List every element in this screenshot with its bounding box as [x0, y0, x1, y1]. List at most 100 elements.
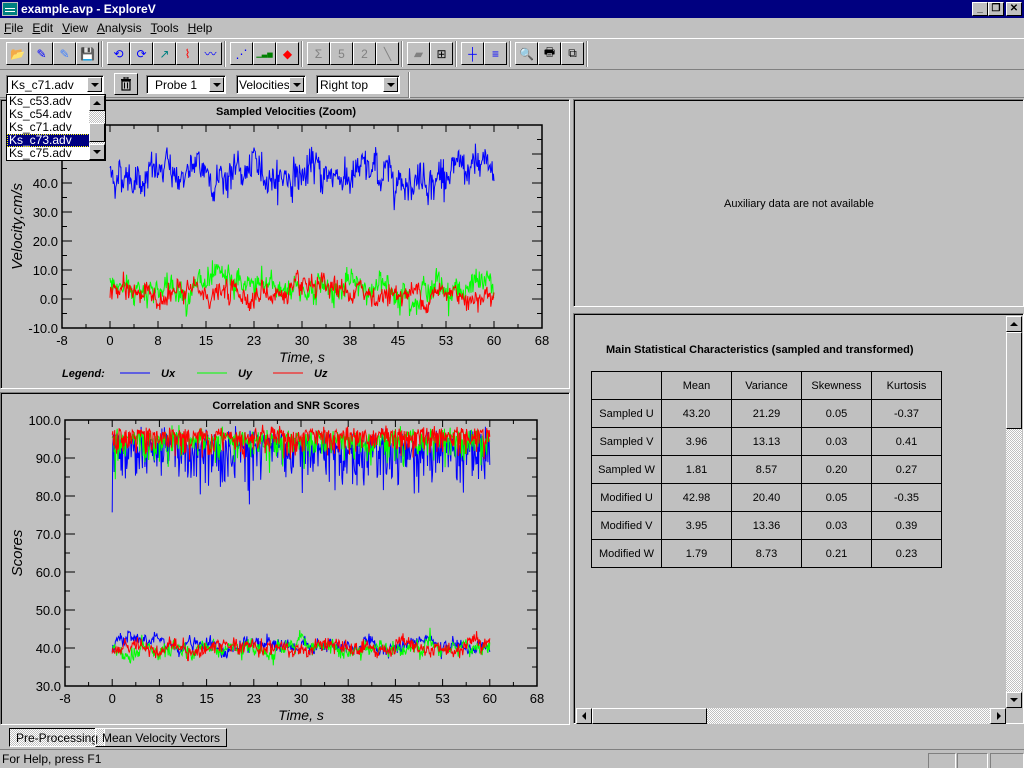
status-text: For Help, press F1: [2, 752, 102, 766]
menu-edit[interactable]: Edit: [28, 21, 58, 35]
x-axis-label: Time, s: [278, 707, 324, 723]
zoom-ruler-button[interactable]: 🔍: [515, 42, 538, 65]
open-folder-button[interactable]: 📂: [6, 42, 29, 65]
scroll-thumb[interactable]: [89, 123, 105, 142]
stat-2-button[interactable]: 2: [353, 42, 376, 65]
scatter-plot-button[interactable]: ⋰: [230, 42, 253, 65]
scroll-up-button[interactable]: [1006, 316, 1022, 332]
legend-title: Legend:: [62, 368, 105, 380]
scroll-left-button[interactable]: [576, 708, 592, 724]
file-list-item[interactable]: Ks_c54.adv: [7, 108, 90, 121]
stat-line-button[interactable]: ╲: [376, 42, 399, 65]
despike-button[interactable]: ⌇: [176, 42, 199, 65]
table-cell: 0.03: [801, 427, 872, 456]
file-list-item[interactable]: Ks_c75.adv: [7, 147, 90, 160]
chevron-down-icon[interactable]: [209, 77, 224, 92]
status-indicator: [990, 753, 1024, 768]
chevron-down-icon[interactable]: [289, 77, 304, 92]
file-select[interactable]: Ks_c71.adv: [6, 75, 104, 94]
probe-chart-button[interactable]: ┼: [461, 42, 484, 65]
position-select[interactable]: Right top: [316, 75, 400, 94]
transform-icon: ↗: [159, 46, 170, 61]
bar-list-button[interactable]: ≡: [484, 42, 507, 65]
minimize-button[interactable]: _: [972, 2, 988, 16]
scroll-down-button[interactable]: [89, 144, 105, 160]
stat-5-button[interactable]: 5: [330, 42, 353, 65]
file-list-item[interactable]: Ks_c71.adv: [7, 121, 90, 134]
file-list-item[interactable]: Ks_c53.adv: [7, 95, 90, 108]
tab-pre-processing[interactable]: Pre-Processing: [9, 728, 106, 747]
print-button[interactable]: 🖶: [538, 42, 561, 65]
sigma-button[interactable]: Σ: [307, 42, 330, 65]
horizontal-scroll-thumb[interactable]: [592, 708, 707, 724]
statistics-table: Mean Variance Skewness Kurtosis Sampled U 43.…: [591, 371, 942, 568]
copy-icon: ⧉: [568, 46, 577, 60]
y-axis-label: Scores: [9, 529, 26, 576]
copy-button[interactable]: ⧉: [561, 42, 584, 65]
chevron-down-icon[interactable]: [383, 77, 398, 92]
dropdown-scrollbar[interactable]: [89, 95, 105, 160]
table-cell: 0.05: [801, 483, 872, 512]
restore-button[interactable]: ❐: [988, 2, 1004, 16]
color-palette-button[interactable]: ◆: [276, 42, 299, 65]
y-tick-label: 40.0: [33, 176, 58, 191]
probe-edit-icon: ✎: [36, 46, 47, 61]
save-button[interactable]: 💾: [76, 42, 99, 65]
menu-file[interactable]: File: [0, 21, 28, 35]
menu-bar: File Edit View Analysis Tools Help: [0, 19, 1024, 37]
x-tick-label: 60: [487, 333, 501, 348]
table-cell: 0.27: [871, 455, 942, 484]
window-title: example.avp - ExploreV: [21, 2, 156, 16]
vertical-scroll-track[interactable]: [1006, 429, 1022, 692]
histogram-icon: ▁▃▅: [256, 50, 273, 58]
table-cell: 3.96: [661, 427, 732, 456]
table-cell: 3.95: [661, 511, 732, 540]
histogram-button[interactable]: ▁▃▅: [253, 42, 276, 65]
quantity-select[interactable]: Velocities: [236, 75, 306, 94]
y-tick-label: 20.0: [33, 234, 58, 249]
y-tick-label: 50.0: [36, 603, 61, 618]
cube-button[interactable]: ▰: [407, 42, 430, 65]
menu-help[interactable]: Help: [184, 21, 218, 35]
probe-edit-alt-button[interactable]: ✎: [53, 42, 76, 65]
row-label: Modified V: [591, 511, 662, 540]
table-cell: 0.21: [801, 539, 872, 568]
scores-chart: -8 0 8 15 23 30 38 45 53 60 6830.040.050.060.070.0…: [9, 413, 544, 723]
menu-view[interactable]: View: [58, 21, 93, 35]
toolbar-separator: [224, 41, 226, 67]
status-bar: For Help, press F1: [0, 749, 1024, 768]
toolbar-separator: [455, 41, 457, 67]
scroll-down-button[interactable]: [1006, 692, 1022, 708]
y-tick-label: 30.0: [36, 679, 61, 694]
x-tick-label: 23: [247, 691, 261, 706]
x-tick-label: 15: [199, 691, 213, 706]
menu-analysis[interactable]: Analysis: [93, 21, 147, 35]
menu-tools[interactable]: Tools: [147, 21, 184, 35]
vertical-scroll-thumb[interactable]: [1006, 332, 1022, 429]
table-cell: 1.81: [661, 455, 732, 484]
y-tick-label: 70.0: [36, 527, 61, 542]
file-list-item[interactable]: Ks_c73.adv: [7, 134, 90, 147]
delete-file-button[interactable]: [114, 73, 138, 95]
table-cell: 43.20: [661, 399, 732, 428]
rotate-left-button[interactable]: ⟲: [107, 42, 130, 65]
scroll-up-button[interactable]: [89, 95, 105, 111]
trash-icon: [121, 77, 131, 91]
scatter-plot-icon: ⋰: [235, 46, 248, 61]
y-tick-label: 40.0: [36, 641, 61, 656]
horizontal-scroll-track[interactable]: [707, 708, 990, 724]
rotate-right-button[interactable]: ⟳: [130, 42, 153, 65]
transform-button[interactable]: ↗: [153, 42, 176, 65]
probe-edit-button[interactable]: ✎: [30, 42, 53, 65]
close-button[interactable]: ✕: [1006, 2, 1022, 16]
scroll-right-button[interactable]: [990, 708, 1006, 724]
filter-button[interactable]: 〰: [199, 42, 222, 65]
file-select-value: Ks_c71.adv: [11, 78, 74, 92]
tab-mean-velocity-vectors[interactable]: Mean Velocity Vectors: [95, 728, 228, 747]
quad-layout-button[interactable]: ⊞: [430, 42, 453, 65]
x-tick-label: 38: [341, 691, 355, 706]
chevron-down-icon[interactable]: [87, 77, 102, 92]
probe-select[interactable]: Probe 1: [146, 75, 226, 94]
legend-label-uy: Uy: [238, 368, 253, 380]
file-dropdown-list[interactable]: Ks_c53.adv Ks_c54.adv Ks_c71.adv Ks_c73.adv…: [6, 94, 106, 161]
